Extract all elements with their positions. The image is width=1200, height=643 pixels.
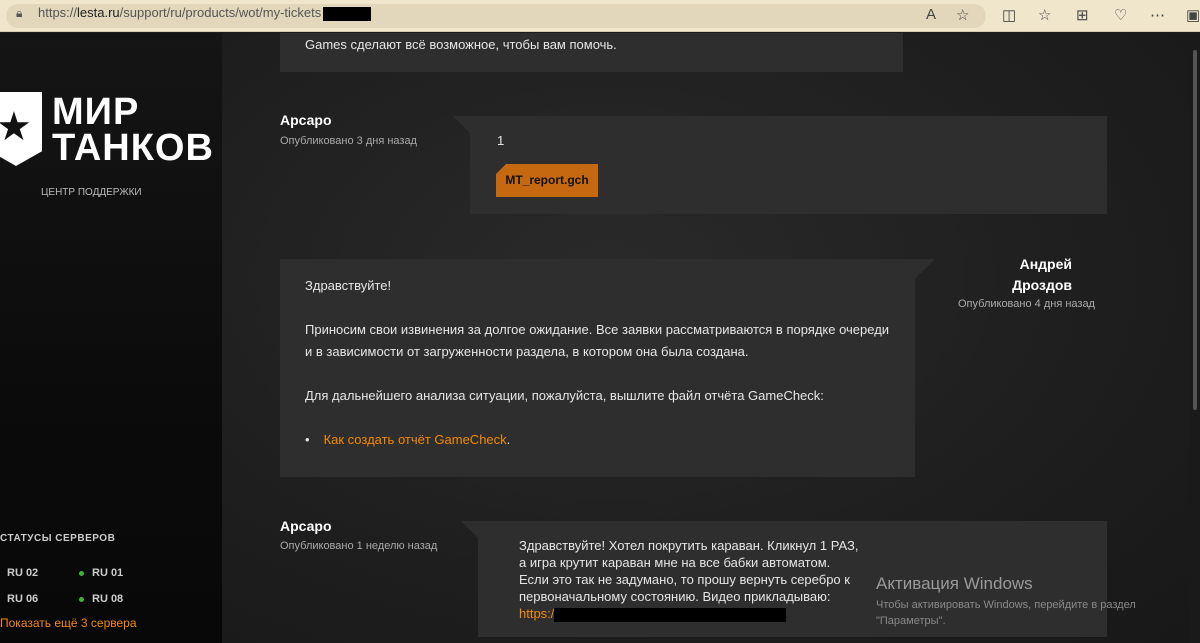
message-text: 1 <box>497 133 505 148</box>
windows-activation-text: Чтобы активировать Windows, перейдите в … <box>876 599 1136 627</box>
video-link[interactable]: https:/ <box>519 606 554 621</box>
health-icon[interactable]: ♡ <box>1114 6 1127 24</box>
url-domain: lesta.ru <box>77 5 120 20</box>
author-name: Андрей Дроздов <box>1012 256 1072 293</box>
server-status-title: СТАТУСЫ СЕРВЕРОВ <box>0 533 116 544</box>
logo-line2: ТАНКОВ <box>52 127 214 169</box>
server-status: RU 08 <box>79 593 123 605</box>
author-name: Арсаро <box>280 518 332 534</box>
url-prefix: https:// <box>38 5 78 20</box>
message-bubble: 1 MT_report.gch <box>453 116 1107 214</box>
post-date: Опубликовано 3 дня назад <box>280 135 417 147</box>
logo-line1: МИР <box>52 91 140 133</box>
favorites-icon[interactable]: ☆ <box>1038 6 1051 24</box>
more-icon[interactable]: ⋯ <box>1150 6 1165 24</box>
logo-star-icon: ★ <box>0 105 32 149</box>
browser-toolbar: 🔒︎ https://lesta.ru/support/ru/products/… <box>0 0 1200 32</box>
message-bubble: Здравствуйте! Приносим свои извинения за… <box>280 259 935 477</box>
url-text[interactable]: https://lesta.ru/support/ru/products/wot… <box>38 5 372 21</box>
server-status: RU 02 <box>7 567 39 579</box>
redaction <box>554 607 787 622</box>
link-list-item: • Как создать отчёт GameCheck. <box>305 432 511 447</box>
message-text: Games сделают всё возможное, чтобы вам п… <box>305 37 617 52</box>
favorite-star-icon[interactable]: ☆ <box>956 6 969 24</box>
attachment-file[interactable]: MT_report.gch <box>496 164 598 197</box>
punctuation: . <box>506 432 511 447</box>
lock-icon[interactable]: 🔒︎ <box>16 6 22 21</box>
message-greeting: Здравствуйте! <box>305 278 392 293</box>
redaction <box>323 6 372 21</box>
read-aloud-icon[interactable]: A <box>926 6 936 23</box>
url-path: /support/ru/products/wot/my-tickets <box>119 5 322 20</box>
message-text: Приносим свои извинения за долгое ожидан… <box>305 322 890 359</box>
show-more-servers-link[interactable]: Показать ещё 3 сервера <box>0 616 137 630</box>
server-status: RU 06 <box>7 593 39 605</box>
split-screen-icon[interactable]: ◫ <box>1002 6 1016 24</box>
logo[interactable]: МИР ТАНКОВ <box>52 91 214 169</box>
message-bubble: Games сделают всё возможное, чтобы вам п… <box>280 33 903 72</box>
sidebar-icon[interactable]: ▣ <box>1186 6 1200 24</box>
message-text: Для дальнейшего анализа ситуации, пожалу… <box>305 388 824 403</box>
windows-activation-title: Активация Windows <box>876 574 1033 593</box>
post-date: Опубликовано 1 неделю назад <box>280 540 438 552</box>
support-center-label: ЦЕНТР ПОДДЕРЖКИ <box>41 187 142 198</box>
server-status: RU 01 <box>79 567 123 579</box>
post-date: Опубликовано 4 дня назад <box>958 298 1095 310</box>
collections-icon[interactable]: ⊞ <box>1076 6 1089 24</box>
author-name: Арсаро <box>280 112 332 128</box>
scrollbar-thumb[interactable] <box>1193 50 1197 410</box>
message-text: Здравствуйте! Хотел покрутить караван. К… <box>519 538 859 604</box>
gamecheck-guide-link[interactable]: Как создать отчёт GameCheck <box>324 432 507 447</box>
